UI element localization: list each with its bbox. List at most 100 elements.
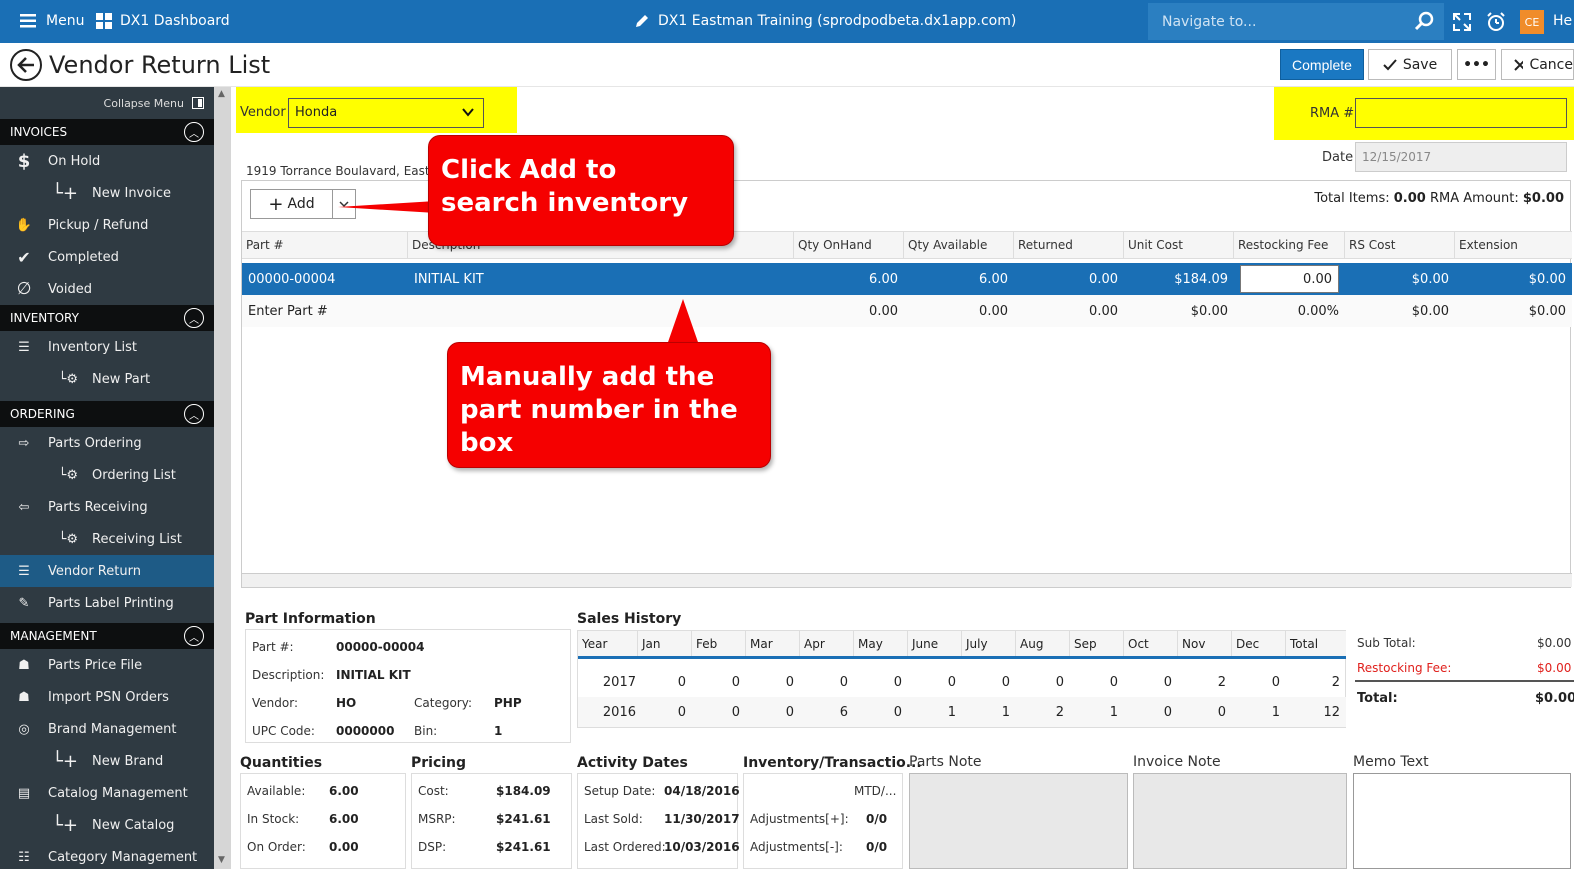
sidebar-item-parts-ordering[interactable]: ⇨ Parts Ordering [0,427,214,459]
table-row[interactable]: Enter Part # 0.00 0.00 0.00 $0.00 0.00% … [242,295,1572,327]
sidebar-item-label: Receiving List [92,531,182,547]
sidebar-item-on-hold[interactable]: $ On Hold [0,145,214,177]
memo-text-textarea[interactable] [1353,773,1571,869]
cancel-button[interactable]: Cance [1501,49,1574,80]
restocking-fee-input[interactable]: 0.00 [1240,265,1339,293]
pencil-icon [636,15,648,27]
chevron-up-icon[interactable]: ︿ [184,308,204,328]
grid-horizontal-scrollbar[interactable] [242,573,1572,587]
col-part[interactable]: Part # [242,232,408,258]
back-button[interactable] [10,49,42,81]
sidebar-item-label: Parts Receiving [48,499,148,515]
sales-history-header: Year Jan Feb Mar Apr May June July Aug S… [578,631,1346,659]
sidebar-scrollbar[interactable]: ▲ ▼ [214,87,231,869]
sidebar-item-new-invoice[interactable]: └+ New Invoice [0,177,214,209]
upc-label: UPC Code: [252,724,315,738]
sidebar-item-catalog-management[interactable]: ▤ Catalog Management [0,777,214,809]
dashboard-link[interactable]: DX1 Dashboard [96,13,230,29]
navigate-input[interactable]: Navigate to... [1148,3,1444,40]
alarm-clock-icon[interactable] [1486,12,1506,32]
col-rs-cost[interactable]: RS Cost [1345,232,1455,258]
chevron-up-icon[interactable]: ︿ [184,122,204,142]
date-input[interactable]: 12/15/2017 [1355,142,1567,172]
sidebar-item-label: Parts Label Printing [48,595,174,611]
sidebar-item-vendor-return[interactable]: ☰ Vendor Return [0,555,214,587]
section-management[interactable]: MANAGEMENT ︿ [0,623,214,649]
vendor-select[interactable]: Honda [288,98,484,128]
section-invoices[interactable]: INVOICES ︿ [0,119,214,145]
cost-value: $184.09 [496,784,551,798]
enter-part-input[interactable]: Enter Part # [242,304,408,319]
section-label: INVOICES [10,125,68,139]
rma-label: RMA # [1310,106,1355,121]
table-row[interactable]: 00000-00004 INITIAL KIT 6.00 6.00 0.00 $… [242,263,1572,295]
sidebar-item-new-catalog[interactable]: └+ New Catalog [0,809,214,841]
col-returned[interactable]: Returned [1014,232,1124,258]
col-qty-onhand[interactable]: Qty OnHand [794,232,904,258]
page-title: Vendor Return List [49,51,271,79]
expand-icon[interactable] [1452,12,1472,32]
sh-col: Oct [1124,631,1178,656]
top-bar: Menu DX1 Dashboard DX1 Eastman Training … [0,0,1574,43]
callout-manual-pointer [667,299,699,345]
sidebar-item-completed[interactable]: ✔ Completed [0,241,214,273]
scroll-down-icon[interactable]: ▼ [218,855,225,865]
complete-button[interactable]: Complete [1280,49,1364,80]
user-name[interactable]: He [1553,13,1572,29]
search-icon[interactable] [1414,11,1434,31]
chevron-up-icon[interactable]: ︿ [184,404,204,424]
sh-col: Year [578,631,638,656]
more-button[interactable]: ••• [1457,49,1496,80]
col-restocking-fee[interactable]: Restocking Fee [1234,232,1345,258]
environment-title[interactable]: DX1 Eastman Training (sprodpodbeta.dx1ap… [634,13,1016,29]
menu-label: Menu [46,13,85,29]
save-button[interactable]: Save [1368,49,1452,80]
menu-button[interactable]: Menu [20,13,84,29]
scroll-up-icon[interactable]: ▲ [218,89,225,99]
sidebar-item-parts-receiving[interactable]: ⇦ Parts Receiving [0,491,214,523]
section-label: ORDERING [10,407,75,421]
sidebar-item-ordering-list[interactable]: └⚙ Ordering List [0,459,214,491]
sh-col: Feb [692,631,746,656]
sh-col: Total [1290,637,1319,651]
sidebar-item-pickup-refund[interactable]: ✋ Pickup / Refund [0,209,214,241]
cell-rs-cost: $0.00 [1411,271,1449,287]
sidebar-item-inventory-list[interactable]: ☰ Inventory List [0,331,214,363]
section-ordering[interactable]: ORDERING ︿ [0,401,214,427]
collapse-menu[interactable]: Collapse Menu [0,87,214,119]
adj-minus-value: 0/0 [866,840,888,854]
cell-restocking-fee[interactable]: 0.00 [1234,265,1345,293]
cancel-label: Cance [1529,56,1573,73]
rma-input[interactable] [1355,98,1567,128]
sidebar-item-brand-management[interactable]: ◎ Brand Management [0,713,214,745]
sh-cell: 1 [947,704,956,720]
col-unit-cost[interactable]: Unit Cost [1124,232,1234,258]
sidebar-item-import-psn-orders[interactable]: ☗ Import PSN Orders [0,681,214,713]
sidebar-item-category-management[interactable]: ☷ Category Management [0,841,214,873]
dollar-icon: $ [17,150,31,172]
part-info-title: Part Information [245,611,376,627]
sidebar-item-parts-label-printing[interactable]: ✎ Parts Label Printing [0,587,214,619]
sidebar-item-parts-price-file[interactable]: ☗ Parts Price File [0,649,214,681]
sh-cell: 0 [893,704,902,720]
users-icon: ☗ [18,657,30,673]
cell-unit-cost: $184.09 [1174,271,1228,287]
chevron-up-icon[interactable]: ︿ [184,626,204,646]
gear-icon: └⚙ [58,531,78,547]
sidebar-item-new-part[interactable]: └⚙ New Part [0,363,214,395]
invoice-note-textarea[interactable] [1133,773,1347,869]
checkmark-icon [1383,58,1397,70]
add-button[interactable]: + Add [251,190,333,218]
cell-qty-available: 0.00 [979,303,1008,319]
instock-value: 6.00 [329,812,359,826]
user-avatar[interactable]: CE [1520,10,1544,34]
col-extension[interactable]: Extension [1455,232,1572,258]
upc-value: 0000000 [336,724,395,738]
parts-note-textarea[interactable] [909,773,1128,869]
activity-title: Activity Dates [577,755,688,771]
sidebar-item-new-brand[interactable]: └+ New Brand [0,745,214,777]
col-qty-available[interactable]: Qty Available [904,232,1014,258]
sidebar-item-receiving-list[interactable]: └⚙ Receiving List [0,523,214,555]
sidebar-item-voided[interactable]: ∅ Voided [0,273,214,305]
section-inventory[interactable]: INVENTORY ︿ [0,305,214,331]
